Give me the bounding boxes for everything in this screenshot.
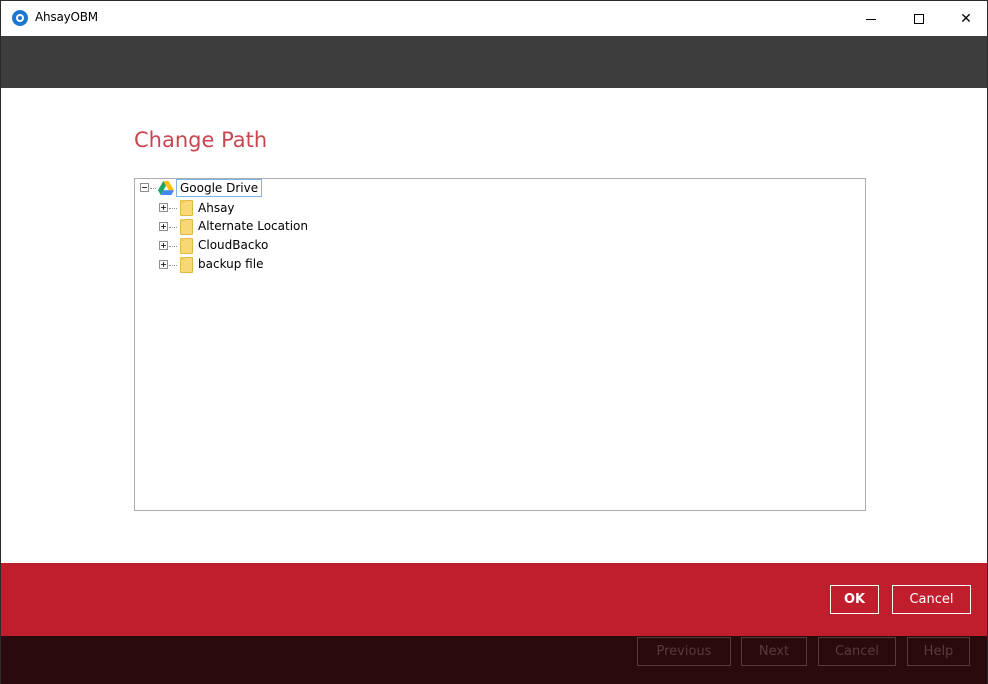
previous-button[interactable]: Previous xyxy=(637,637,731,666)
tree-item-cloudbacko[interactable]: CloudBacko xyxy=(198,238,268,252)
folder-icon xyxy=(180,238,193,254)
tree-connector xyxy=(150,188,156,189)
close-button[interactable]: ✕ xyxy=(943,1,988,36)
help-button[interactable]: Help xyxy=(907,637,970,666)
ok-button[interactable]: OK xyxy=(830,585,879,614)
ahsay-logo-icon xyxy=(12,10,28,26)
header-bar xyxy=(1,36,987,88)
app-window: AhsayOBM ✕ Change Path Google Drive Ahsa… xyxy=(0,0,988,684)
google-drive-icon xyxy=(158,181,174,195)
tree-item-backup-file[interactable]: backup file xyxy=(198,257,263,271)
cancel-button[interactable]: Cancel xyxy=(892,585,971,614)
expand-toggle-icon[interactable] xyxy=(159,241,168,250)
expand-toggle-icon[interactable] xyxy=(159,203,168,212)
tree-connector xyxy=(169,265,177,266)
maximize-button[interactable] xyxy=(896,1,942,36)
tree-connector xyxy=(169,227,177,228)
maximize-icon xyxy=(914,13,924,24)
next-button[interactable]: Next xyxy=(741,637,807,666)
folder-icon xyxy=(180,200,193,216)
tree-item-alternate-location[interactable]: Alternate Location xyxy=(198,219,308,233)
tree-item-ahsay[interactable]: Ahsay xyxy=(198,201,235,215)
minimize-icon xyxy=(866,19,876,20)
expand-toggle-icon[interactable] xyxy=(159,222,168,231)
folder-icon xyxy=(180,219,193,235)
collapse-toggle-icon[interactable] xyxy=(140,183,149,192)
expand-toggle-icon[interactable] xyxy=(159,260,168,269)
tree-connector xyxy=(169,208,177,209)
footer-cancel-button[interactable]: Cancel xyxy=(818,637,896,666)
tree-connector xyxy=(169,246,177,247)
minimize-button[interactable] xyxy=(848,1,894,36)
tree-root-google-drive[interactable]: Google Drive xyxy=(176,179,263,197)
close-icon: ✕ xyxy=(960,10,972,27)
title-bar[interactable]: AhsayOBM ✕ xyxy=(1,1,987,36)
folder-icon xyxy=(180,257,193,273)
window-title: AhsayOBM xyxy=(35,10,98,24)
page-title: Change Path xyxy=(134,128,268,152)
